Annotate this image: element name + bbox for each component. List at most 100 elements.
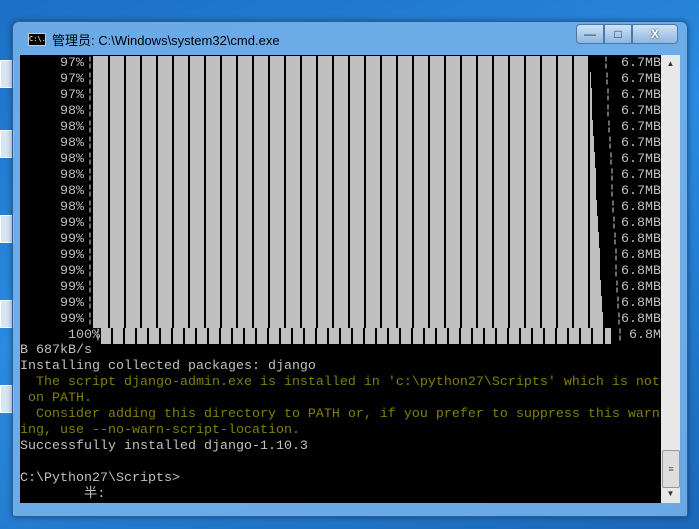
progress-pipe: ¦ [604, 88, 612, 103]
progress-row: 99% ¦ ¦ 6.8MB [20, 280, 661, 296]
progress-bar [93, 200, 597, 216]
progress-size: 6.8MB [621, 264, 661, 279]
window-title: 管理员: C:\Windows\system32\cmd.exe [52, 33, 280, 48]
progress-pipe: ¦ [616, 328, 624, 343]
progress-percent: 99% [60, 280, 84, 295]
progress-size: 6.7MB [621, 168, 661, 183]
progress-percent: 97% [60, 56, 84, 71]
progress-size: 6.7MB [621, 88, 661, 103]
progress-percent: 98% [60, 200, 84, 215]
progress-size: 6.8M [629, 328, 661, 343]
progress-pipe: ¦ [610, 216, 618, 231]
progress-row: 98% ¦ ¦ 6.7MB [20, 184, 661, 200]
progress-bar [93, 168, 596, 184]
progress-row: 98% ¦ ¦ 6.7MB [20, 152, 661, 168]
progress-size: 6.7MB [621, 72, 661, 87]
progress-pipe: ¦ [608, 184, 616, 199]
warning-line: The script django-admin.exe is installed… [20, 375, 660, 390]
progress-percent: 98% [60, 152, 84, 167]
progress-size: 6.8MB [621, 200, 661, 215]
progress-row: 98% ¦ ¦ 6.8MB [20, 200, 661, 216]
progress-pipe: ¦ [609, 200, 617, 215]
progress-bar [93, 296, 602, 312]
progress-size: 6.8MB [621, 312, 661, 327]
progress-size: 6.8MB [621, 232, 661, 247]
progress-row: 99% ¦ ¦ 6.8MB [20, 232, 661, 248]
progress-size: 6.8MB [621, 216, 661, 231]
progress-bar [93, 312, 603, 328]
progress-percent: 99% [60, 312, 84, 327]
progress-pipe: ¦ [611, 232, 619, 247]
maximize-button[interactable]: □ [604, 24, 632, 44]
progress-size: 6.7MB [621, 120, 661, 135]
progress-row: 97% ¦ ¦ 6.7MB [20, 72, 661, 88]
progress-percent: 99% [60, 232, 84, 247]
progress-bar [93, 104, 592, 120]
progress-percent: 99% [60, 216, 84, 231]
warning-line: Consider adding this directory to PATH o… [20, 407, 660, 422]
progress-bar [93, 216, 598, 232]
progress-row: 97% ¦ ¦ 6.7MB [20, 88, 661, 104]
progress-size: 6.7MB [621, 136, 661, 151]
progress-pipe: ¦ [612, 248, 620, 263]
progress-size: 6.7MB [621, 56, 661, 71]
vertical-scrollbar[interactable]: ▲ ≡ ▼ [661, 55, 680, 503]
progress-size: 6.7MB [621, 152, 661, 167]
progress-row: 98% ¦ ¦ 6.7MB [20, 136, 661, 152]
progress-bar [93, 120, 593, 136]
warning-line: ing, use --no-warn-script-location. [20, 423, 300, 438]
progress-pipe: ¦ [604, 104, 612, 119]
progress-row: 99% ¦ ¦ 6.8MB [20, 312, 661, 328]
progress-bar [93, 232, 599, 248]
console-output[interactable]: B 687kB/s Installing collected packages:… [20, 55, 661, 503]
progress-percent: 99% [60, 296, 84, 311]
progress-percent: 97% [60, 88, 84, 103]
window-controls: — □ X [576, 24, 678, 44]
progress-bar [93, 184, 596, 200]
progress-percent: 97% [60, 72, 84, 87]
progress-size: 6.8MB [621, 248, 661, 263]
progress-size: 6.7MB [621, 184, 661, 199]
progress-pipe: ¦ [612, 264, 620, 279]
progress-row: 99% ¦ ¦ 6.8MB [20, 264, 661, 280]
progress-percent: 98% [60, 104, 84, 119]
progress-bar [101, 328, 611, 344]
progress-row: 97% ¦ ¦ 6.7MB [20, 56, 661, 72]
progress-row: 99% ¦ ¦ 6.8MB [20, 296, 661, 312]
progress-size: 6.7MB [621, 104, 661, 119]
progress-row-final: 100% ¦ ¦ 6.8M [20, 328, 661, 344]
progress-pipe: ¦ [605, 120, 613, 135]
progress-row: 98% ¦ ¦ 6.7MB [20, 104, 661, 120]
prompt-line: C:\Python27\Scripts> [20, 471, 180, 486]
progress-row: 99% ¦ ¦ 6.8MB [20, 248, 661, 264]
progress-bar [93, 280, 601, 296]
installing-line: Installing collected packages: django [20, 359, 316, 374]
progress-percent: 98% [60, 120, 84, 135]
progress-bar [93, 264, 600, 280]
cmd-icon: C:\. [28, 33, 46, 46]
title-bar[interactable]: C:\. 管理员: C:\Windows\system32\cmd.exe [28, 30, 280, 49]
progress-bar [93, 248, 600, 264]
progress-pipe: ¦ [603, 72, 611, 87]
warning-line: on PATH. [20, 391, 92, 406]
progress-percent: 99% [60, 248, 84, 263]
progress-bar [93, 136, 594, 152]
progress-pipe: ¦ [613, 280, 621, 295]
progress-row: 99% ¦ ¦ 6.8MB [20, 216, 661, 232]
progress-bar [93, 88, 592, 104]
speed-line: B 687kB/s [20, 343, 92, 358]
progress-pipe: ¦ [602, 56, 610, 71]
minimize-button[interactable]: — [576, 24, 604, 44]
close-button[interactable]: X [632, 24, 678, 44]
scroll-down-arrow[interactable]: ▼ [661, 489, 680, 498]
progress-bar [93, 72, 591, 88]
progress-size: 6.8MB [621, 280, 661, 295]
progress-size: 6.8MB [621, 296, 661, 311]
progress-bar [93, 56, 590, 72]
success-line: Successfully installed django-1.10.3 [20, 439, 308, 454]
progress-bar [93, 152, 595, 168]
scroll-up-arrow[interactable]: ▲ [661, 59, 680, 68]
ime-indicator: 半: [20, 487, 106, 502]
progress-percent: 98% [60, 136, 84, 151]
scroll-thumb[interactable]: ≡ [662, 450, 680, 488]
